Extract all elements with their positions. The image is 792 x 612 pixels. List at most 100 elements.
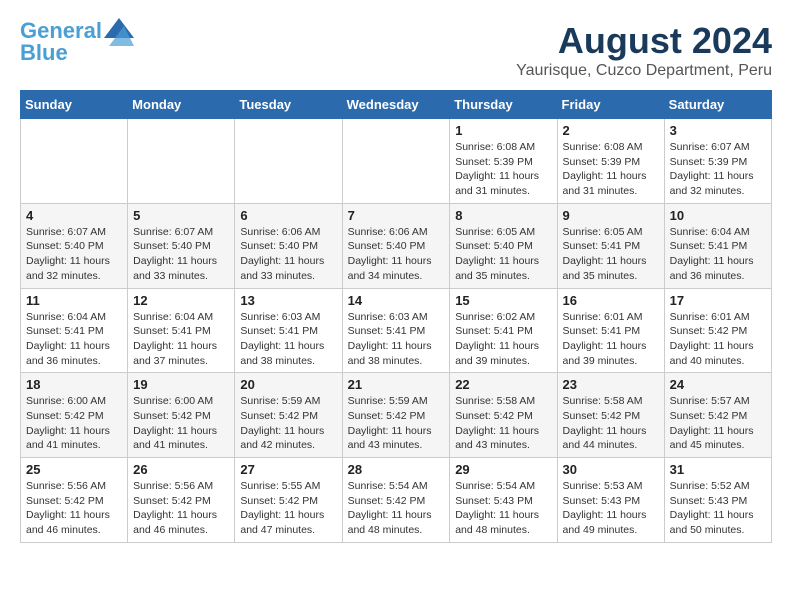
calendar-header-row: SundayMondayTuesdayWednesdayThursdayFrid… bbox=[21, 91, 772, 119]
page-title: August 2024 bbox=[516, 20, 772, 62]
day-number: 15 bbox=[455, 293, 551, 308]
day-number: 3 bbox=[670, 123, 766, 138]
weekday-header: Saturday bbox=[664, 91, 771, 119]
weekday-header: Friday bbox=[557, 91, 664, 119]
calendar-cell: 19 Sunrise: 6:00 AM Sunset: 5:42 PM Dayli… bbox=[128, 373, 235, 458]
day-number: 28 bbox=[348, 462, 445, 477]
calendar-week-row: 1Sunrise: 6:08 AM Sunset: 5:39 PM Daylig… bbox=[21, 119, 772, 204]
weekday-header: Tuesday bbox=[235, 91, 342, 119]
calendar-cell: 29Sunrise: 5:54 AM Sunset: 5:43 PM Dayli… bbox=[450, 458, 557, 543]
day-detail: Sunrise: 6:01 AM Sunset: 5:41 PM Dayligh… bbox=[563, 310, 659, 369]
calendar-cell: 18 Sunrise: 6:00 AM Sunset: 5:42 PM Dayli… bbox=[21, 373, 128, 458]
calendar-cell: 8 Sunrise: 6:05 AM Sunset: 5:40 PM Daylig… bbox=[450, 203, 557, 288]
day-number: 4 bbox=[26, 208, 122, 223]
calendar-cell bbox=[342, 119, 450, 204]
day-detail: Sunrise: 5:55 AM Sunset: 5:42 PM Dayligh… bbox=[240, 479, 336, 538]
day-detail: Sunrise: 6:04 AM Sunset: 5:41 PM Dayligh… bbox=[26, 310, 122, 369]
day-number: 25 bbox=[26, 462, 122, 477]
day-number: 14 bbox=[348, 293, 445, 308]
day-detail: Sunrise: 5:59 AM Sunset: 5:42 PM Dayligh… bbox=[348, 394, 445, 453]
calendar-cell: 26Sunrise: 5:56 AM Sunset: 5:42 PM Dayli… bbox=[128, 458, 235, 543]
calendar-cell: 31 Sunrise: 5:52 AM Sunset: 5:43 PM Dayli… bbox=[664, 458, 771, 543]
day-detail: Sunrise: 6:06 AM Sunset: 5:40 PM Dayligh… bbox=[240, 225, 336, 284]
day-number: 21 bbox=[348, 377, 445, 392]
page-header: GeneralBlue August 2024 Yaurisque, Cuzco… bbox=[20, 20, 772, 80]
weekday-header: Sunday bbox=[21, 91, 128, 119]
calendar-cell: 5Sunrise: 6:07 AM Sunset: 5:40 PM Daylig… bbox=[128, 203, 235, 288]
day-detail: Sunrise: 5:59 AM Sunset: 5:42 PM Dayligh… bbox=[240, 394, 336, 453]
calendar-cell: 17Sunrise: 6:01 AM Sunset: 5:42 PM Dayli… bbox=[664, 288, 771, 373]
day-number: 2 bbox=[563, 123, 659, 138]
calendar-cell: 22Sunrise: 5:58 AM Sunset: 5:42 PM Dayli… bbox=[450, 373, 557, 458]
calendar-week-row: 25 Sunrise: 5:56 AM Sunset: 5:42 PM Dayli… bbox=[21, 458, 772, 543]
calendar-cell: 28Sunrise: 5:54 AM Sunset: 5:42 PM Dayli… bbox=[342, 458, 450, 543]
day-number: 5 bbox=[133, 208, 229, 223]
day-detail: Sunrise: 6:00 AM Sunset: 5:42 PM Dayligh… bbox=[133, 394, 229, 453]
calendar-cell: 27 Sunrise: 5:55 AM Sunset: 5:42 PM Dayli… bbox=[235, 458, 342, 543]
calendar-cell: 15Sunrise: 6:02 AM Sunset: 5:41 PM Dayli… bbox=[450, 288, 557, 373]
day-detail: Sunrise: 5:58 AM Sunset: 5:42 PM Dayligh… bbox=[455, 394, 551, 453]
day-detail: Sunrise: 5:52 AM Sunset: 5:43 PM Dayligh… bbox=[670, 479, 766, 538]
day-detail: Sunrise: 5:57 AM Sunset: 5:42 PM Dayligh… bbox=[670, 394, 766, 453]
calendar-cell: 12 Sunrise: 6:04 AM Sunset: 5:41 PM Dayli… bbox=[128, 288, 235, 373]
day-number: 10 bbox=[670, 208, 766, 223]
day-detail: Sunrise: 6:00 AM Sunset: 5:42 PM Dayligh… bbox=[26, 394, 122, 453]
day-number: 7 bbox=[348, 208, 445, 223]
day-number: 23 bbox=[563, 377, 659, 392]
day-number: 31 bbox=[670, 462, 766, 477]
logo-text: GeneralBlue bbox=[20, 20, 102, 64]
day-number: 9 bbox=[563, 208, 659, 223]
calendar-cell: 11Sunrise: 6:04 AM Sunset: 5:41 PM Dayli… bbox=[21, 288, 128, 373]
day-detail: Sunrise: 6:05 AM Sunset: 5:40 PM Dayligh… bbox=[455, 225, 551, 284]
calendar-cell: 21 Sunrise: 5:59 AM Sunset: 5:42 PM Dayli… bbox=[342, 373, 450, 458]
calendar-cell: 1Sunrise: 6:08 AM Sunset: 5:39 PM Daylig… bbox=[450, 119, 557, 204]
day-number: 20 bbox=[240, 377, 336, 392]
day-number: 13 bbox=[240, 293, 336, 308]
day-number: 12 bbox=[133, 293, 229, 308]
day-number: 24 bbox=[670, 377, 766, 392]
calendar-cell: 6Sunrise: 6:06 AM Sunset: 5:40 PM Daylig… bbox=[235, 203, 342, 288]
calendar-cell: 13 Sunrise: 6:03 AM Sunset: 5:41 PM Dayli… bbox=[235, 288, 342, 373]
day-number: 18 bbox=[26, 377, 122, 392]
day-detail: Sunrise: 6:04 AM Sunset: 5:41 PM Dayligh… bbox=[133, 310, 229, 369]
day-detail: Sunrise: 6:03 AM Sunset: 5:41 PM Dayligh… bbox=[240, 310, 336, 369]
weekday-header: Monday bbox=[128, 91, 235, 119]
day-number: 19 bbox=[133, 377, 229, 392]
calendar-week-row: 11Sunrise: 6:04 AM Sunset: 5:41 PM Dayli… bbox=[21, 288, 772, 373]
calendar-table: SundayMondayTuesdayWednesdayThursdayFrid… bbox=[20, 90, 772, 543]
logo-icon bbox=[104, 18, 134, 48]
calendar-cell: 24 Sunrise: 5:57 AM Sunset: 5:42 PM Dayli… bbox=[664, 373, 771, 458]
day-number: 27 bbox=[240, 462, 336, 477]
calendar-cell: 23 Sunrise: 5:58 AM Sunset: 5:42 PM Dayli… bbox=[557, 373, 664, 458]
calendar-cell: 20 Sunrise: 5:59 AM Sunset: 5:42 PM Dayli… bbox=[235, 373, 342, 458]
calendar-cell: 14 Sunrise: 6:03 AM Sunset: 5:41 PM Dayli… bbox=[342, 288, 450, 373]
calendar-cell: 30Sunrise: 5:53 AM Sunset: 5:43 PM Dayli… bbox=[557, 458, 664, 543]
day-detail: Sunrise: 5:58 AM Sunset: 5:42 PM Dayligh… bbox=[563, 394, 659, 453]
calendar-cell: 4 Sunrise: 6:07 AM Sunset: 5:40 PM Daylig… bbox=[21, 203, 128, 288]
day-detail: Sunrise: 5:56 AM Sunset: 5:42 PM Dayligh… bbox=[26, 479, 122, 538]
calendar-cell: 10 Sunrise: 6:04 AM Sunset: 5:41 PM Dayli… bbox=[664, 203, 771, 288]
day-detail: Sunrise: 6:04 AM Sunset: 5:41 PM Dayligh… bbox=[670, 225, 766, 284]
calendar-cell: 2Sunrise: 6:08 AM Sunset: 5:39 PM Daylig… bbox=[557, 119, 664, 204]
day-number: 26 bbox=[133, 462, 229, 477]
day-number: 8 bbox=[455, 208, 551, 223]
calendar-cell: 7 Sunrise: 6:06 AM Sunset: 5:40 PM Daylig… bbox=[342, 203, 450, 288]
title-block: August 2024 Yaurisque, Cuzco Department,… bbox=[516, 20, 772, 80]
day-detail: Sunrise: 6:07 AM Sunset: 5:39 PM Dayligh… bbox=[670, 140, 766, 199]
day-number: 30 bbox=[563, 462, 659, 477]
day-number: 1 bbox=[455, 123, 551, 138]
page-subtitle: Yaurisque, Cuzco Department, Peru bbox=[516, 62, 772, 80]
calendar-cell bbox=[21, 119, 128, 204]
weekday-header: Wednesday bbox=[342, 91, 450, 119]
calendar-cell bbox=[235, 119, 342, 204]
day-detail: Sunrise: 6:06 AM Sunset: 5:40 PM Dayligh… bbox=[348, 225, 445, 284]
calendar-cell: 25 Sunrise: 5:56 AM Sunset: 5:42 PM Dayli… bbox=[21, 458, 128, 543]
calendar-cell: 3 Sunrise: 6:07 AM Sunset: 5:39 PM Daylig… bbox=[664, 119, 771, 204]
day-detail: Sunrise: 6:07 AM Sunset: 5:40 PM Dayligh… bbox=[26, 225, 122, 284]
day-detail: Sunrise: 6:03 AM Sunset: 5:41 PM Dayligh… bbox=[348, 310, 445, 369]
day-number: 16 bbox=[563, 293, 659, 308]
calendar-cell bbox=[128, 119, 235, 204]
day-detail: Sunrise: 5:54 AM Sunset: 5:43 PM Dayligh… bbox=[455, 479, 551, 538]
day-detail: Sunrise: 6:01 AM Sunset: 5:42 PM Dayligh… bbox=[670, 310, 766, 369]
calendar-cell: 9Sunrise: 6:05 AM Sunset: 5:41 PM Daylig… bbox=[557, 203, 664, 288]
